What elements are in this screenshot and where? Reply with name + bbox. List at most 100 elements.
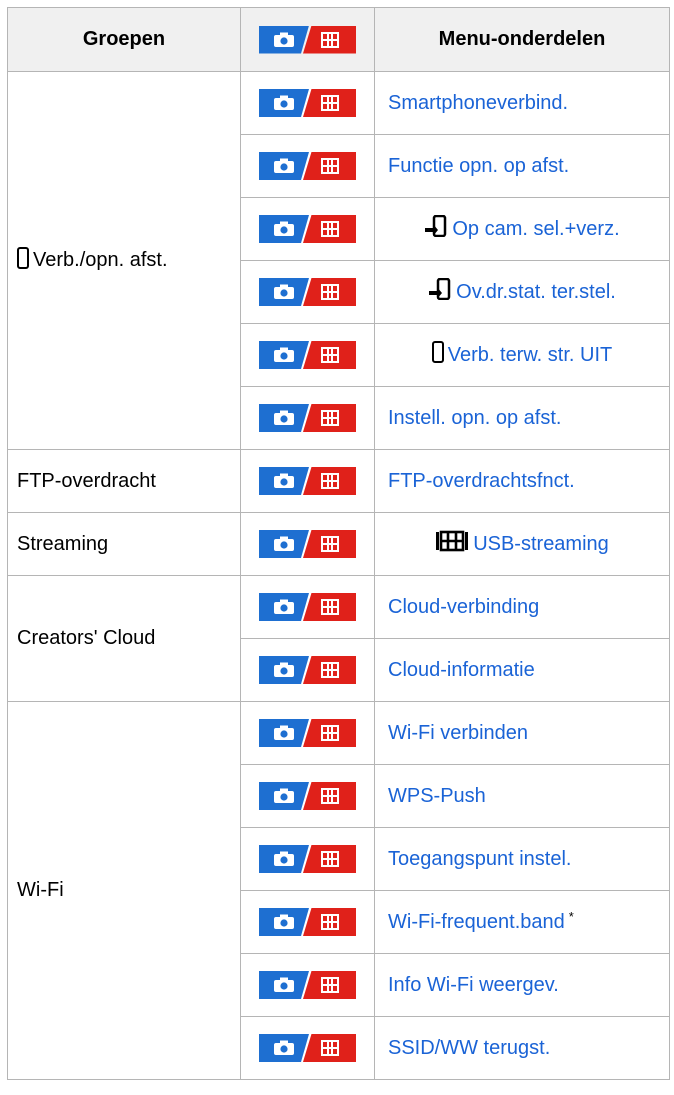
film-icon xyxy=(303,341,356,369)
group-cell: Streaming xyxy=(7,512,241,576)
camera-icon xyxy=(259,719,309,747)
mode-cell xyxy=(240,449,375,513)
menu-item-link[interactable]: SSID/WW terugst. xyxy=(388,1037,550,1060)
mode-badge xyxy=(259,656,356,684)
group-name: Streaming xyxy=(17,532,109,555)
film-icon xyxy=(303,152,356,180)
film-icon xyxy=(303,467,356,495)
mode-badge xyxy=(259,215,356,243)
mode-badge xyxy=(259,971,356,999)
camera-icon xyxy=(259,656,309,684)
group-name: Creators' Cloud xyxy=(17,627,156,649)
mode-cell xyxy=(240,197,375,261)
camera-icon xyxy=(259,908,309,936)
table-row: Streaming USB-streaming xyxy=(7,512,670,576)
menu-item-cell: WPS-Push xyxy=(374,764,670,828)
mode-cell xyxy=(240,323,375,387)
mode-badge xyxy=(259,152,356,180)
header-menu-items: Menu-onderdelen xyxy=(374,7,670,72)
mode-badge xyxy=(259,278,356,306)
table-row: FTP-overdracht FTP-overdrachtsfnct. xyxy=(7,449,670,513)
menu-item-link[interactable]: Toegangspunt instel. xyxy=(388,848,571,871)
smartphone-icon xyxy=(431,341,444,369)
film-icon xyxy=(303,1034,356,1062)
menu-item-link[interactable]: Cloud-verbinding xyxy=(388,596,539,619)
menu-item-cell: Info Wi-Fi weergev. xyxy=(374,953,670,1017)
menu-item-link[interactable]: FTP-overdrachtsfnct. xyxy=(388,470,575,493)
film-icon xyxy=(303,971,356,999)
film-icon xyxy=(303,215,356,243)
camera-icon xyxy=(259,341,309,369)
menu-item-link[interactable]: Wi-Fi-frequent.band xyxy=(388,911,565,934)
menu-item-link[interactable]: Cloud-informatie xyxy=(388,659,535,682)
camera-icon xyxy=(259,845,309,873)
table-row: Creators' Cloud Cloud-verbinding xyxy=(7,575,670,702)
mode-badge xyxy=(259,782,356,810)
camera-icon xyxy=(259,782,309,810)
table-row: Wi-Fi Wi-Fi verbinden xyxy=(7,701,670,1080)
menu-item-cell: SSID/WW terugst. xyxy=(374,1016,670,1080)
camera-icon xyxy=(259,25,309,54)
camera-icon xyxy=(259,593,309,621)
film-icon xyxy=(303,845,356,873)
film-icon xyxy=(303,404,356,432)
mode-badge xyxy=(259,404,356,432)
menu-item-link[interactable]: Instell. opn. op afst. xyxy=(388,407,561,430)
menu-item-cell: Wi-Fi verbinden xyxy=(374,701,670,765)
camera-icon xyxy=(259,89,309,117)
menu-item-link[interactable]: Info Wi-Fi weergev. xyxy=(388,974,559,997)
group-cell: FTP-overdracht xyxy=(7,449,241,513)
mode-badge xyxy=(259,719,356,747)
film-icon xyxy=(303,89,356,117)
menu-item-cell: Cloud-informatie xyxy=(374,638,670,702)
group-cell: Creators' Cloud xyxy=(7,575,241,702)
mode-cell xyxy=(240,764,375,828)
menu-item-link[interactable]: USB-streaming xyxy=(473,533,609,556)
film-icon xyxy=(303,593,356,621)
mode-cell xyxy=(240,260,375,324)
camera-icon xyxy=(259,278,309,306)
mode-badge xyxy=(259,845,356,873)
mode-cell xyxy=(240,638,375,702)
group-cell: Verb./opn. afst. xyxy=(7,71,241,450)
camera-icon xyxy=(259,971,309,999)
menu-item-cell: USB-streaming xyxy=(374,512,670,576)
header-row: Groepen Menu-onderdelen xyxy=(7,7,670,72)
send-to-smartphone-icon xyxy=(428,277,452,306)
menu-item-link[interactable]: Ov.dr.stat. ter.stel. xyxy=(456,281,616,304)
header-mode xyxy=(240,7,375,72)
menu-item-cell: Op cam. sel.+verz. xyxy=(374,197,670,261)
menu-item-cell: Functie opn. op afst. xyxy=(374,134,670,198)
menu-item-link[interactable]: Functie opn. op afst. xyxy=(388,155,569,178)
camera-icon xyxy=(259,404,309,432)
group-name: FTP-overdracht xyxy=(17,469,156,492)
menu-item-link[interactable]: Op cam. sel.+verz. xyxy=(452,218,619,241)
mode-cell xyxy=(240,386,375,450)
mode-cell xyxy=(240,71,375,135)
group-cell: Wi-Fi xyxy=(7,701,241,1080)
menu-item-link[interactable]: Smartphoneverbind. xyxy=(388,92,568,115)
film-icon xyxy=(303,782,356,810)
mode-cell xyxy=(240,953,375,1017)
mode-cell xyxy=(240,134,375,198)
mode-cell xyxy=(240,827,375,891)
group-name: Wi-Fi xyxy=(17,879,64,901)
send-to-smartphone-icon xyxy=(424,214,448,243)
menu-item-cell: Ov.dr.stat. ter.stel. xyxy=(374,260,670,324)
camera-icon xyxy=(259,530,309,558)
menu-item-cell: Instell. opn. op afst. xyxy=(374,386,670,450)
film-icon xyxy=(303,278,356,306)
mode-cell xyxy=(240,890,375,954)
menu-item-cell: Wi-Fi-frequent.band * xyxy=(374,890,670,954)
camera-icon xyxy=(259,215,309,243)
mode-badge xyxy=(259,341,356,369)
mode-cell xyxy=(240,1016,375,1080)
mode-cell xyxy=(240,701,375,765)
menu-item-link[interactable]: Verb. terw. str. UIT xyxy=(448,344,613,367)
film-icon xyxy=(303,530,356,558)
film-icon xyxy=(435,530,469,558)
mode-cell xyxy=(240,575,375,639)
menu-item-link[interactable]: Wi-Fi verbinden xyxy=(388,722,528,745)
mode-cell xyxy=(240,512,375,576)
menu-item-link[interactable]: WPS-Push xyxy=(388,785,486,808)
